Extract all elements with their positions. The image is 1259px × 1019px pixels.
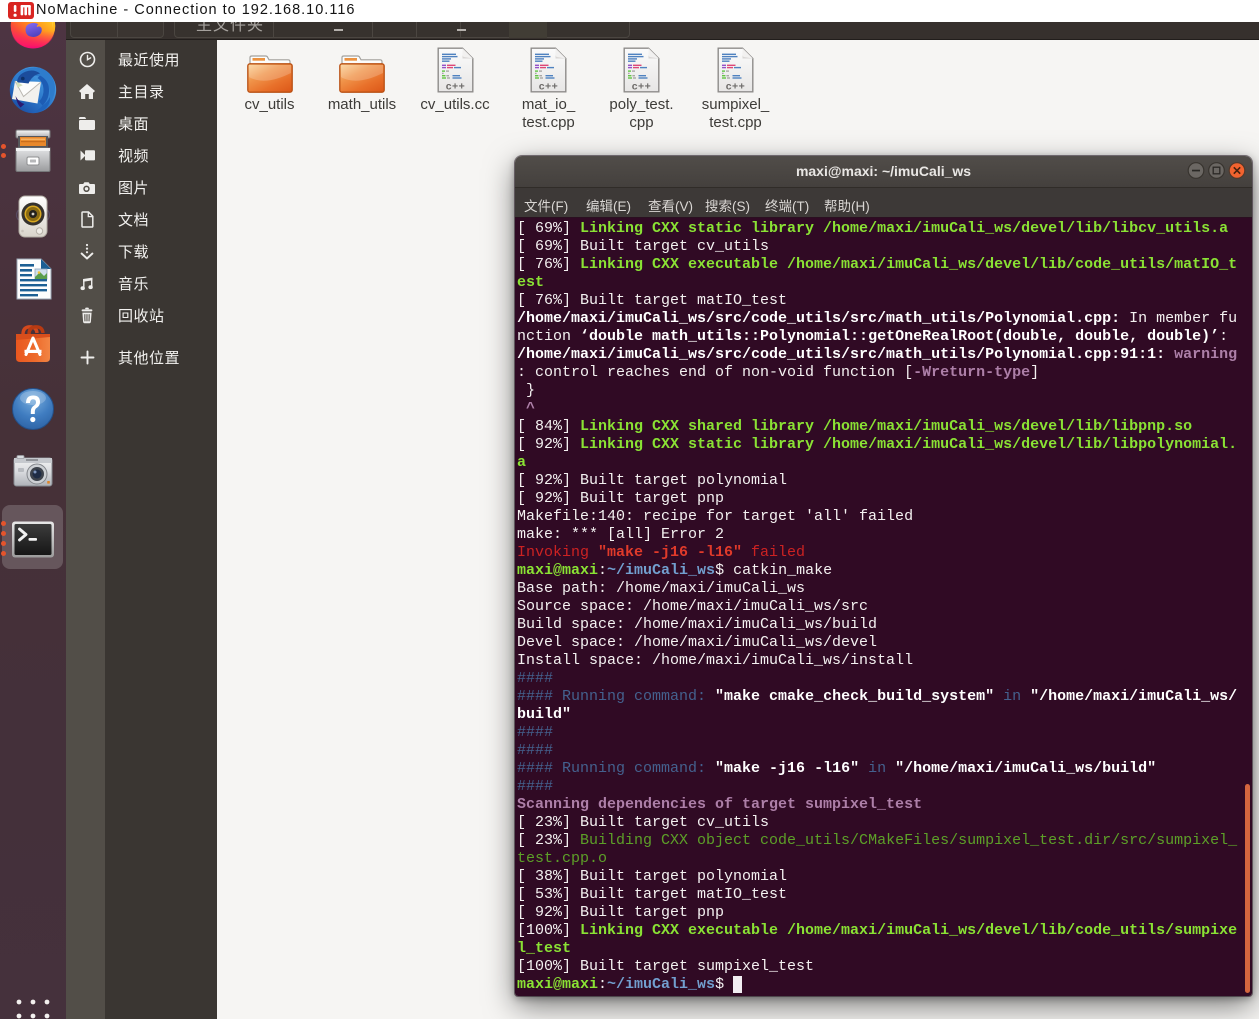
svg-text:c++: c++	[445, 81, 465, 93]
svg-text:c++: c++	[632, 81, 652, 93]
svg-text:c++: c++	[539, 81, 559, 93]
svg-text:c++: c++	[726, 81, 746, 93]
